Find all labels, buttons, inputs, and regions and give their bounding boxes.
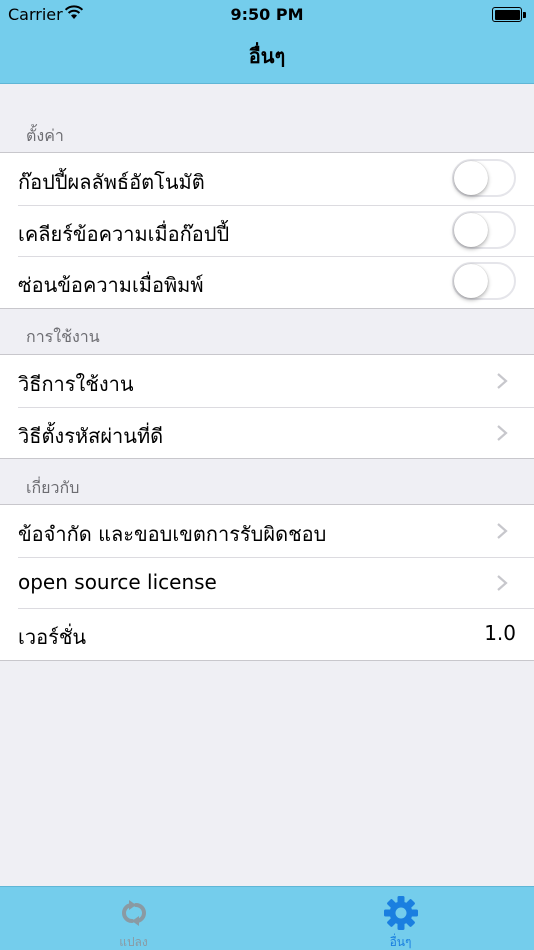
hide-text-toggle[interactable] [452,262,516,300]
usage-group: วิธีการใช้งาน วิธีตั้งรหัสผ่านที่ดี [0,354,534,459]
setting-row-clear-on-copy: เคลียร์ข้อความเมื่อก๊อปปี้ [0,204,534,257]
convert-icon [121,900,146,926]
tab-label: แปลง [119,935,148,949]
clear-on-copy-toggle[interactable] [452,210,516,249]
setting-label: เคลียร์ข้อความเมื่อก๊อปปี้ [18,221,230,246]
section-header-settings: ตั้งค่า [26,126,64,145]
setting-label: ก๊อปปี้ผลลัพธ์อัตโนมัติ [18,170,205,194]
list-item-version: เวอร์ชั่น 1.0 [0,608,534,660]
chevron-right-icon [497,424,508,441]
list-item-how-to-use[interactable]: วิธีการใช้งาน [0,355,534,407]
list-item-password-tips[interactable]: วิธีตั้งรหัสผ่านที่ดี [0,406,534,459]
list-item-label: วิธีตั้งรหัสผ่านที่ดี [18,423,164,448]
battery-icon [492,7,526,22]
tab-convert[interactable]: แปลง [0,887,267,950]
status-bar: Carrier 9:50 PM [0,0,534,30]
setting-label: ซ่อนข้อความเมื่อพิมพ์ [18,273,204,297]
list-item-label: เวอร์ชั่น [18,625,87,649]
toggle-knob [454,212,488,247]
list-item-disclaimer[interactable]: ข้อจำกัด และขอบเขตการรับผิดชอบ [0,505,534,557]
setting-row-hide-text: ซ่อนข้อความเมื่อพิมพ์ [0,256,534,308]
page-title: อื่นๆ [248,44,286,68]
list-item-label: วิธีการใช้งาน [18,372,134,396]
toggle-knob [454,161,488,195]
settings-group: ก๊อปปี้ผลลัพธ์อัตโนมัติ เคลียร์ข้อความเม… [0,152,534,309]
list-item-label: ข้อจำกัด และขอบเขตการรับผิดชอบ [18,522,327,546]
section-header-about: เกี่ยวกับ [26,478,80,497]
toggle-knob [454,264,488,298]
header-bar: Carrier 9:50 PM อื่นๆ [0,0,534,84]
chevron-right-icon [497,373,508,389]
app-screen: Carrier 9:50 PM อื่นๆ ตั้งค่า ก๊อปปี้ผลล… [0,0,534,950]
chevron-right-icon [497,574,508,591]
tab-bar: แปลง อื่นๆ [0,886,534,950]
auto-copy-toggle[interactable] [452,159,516,197]
tab-other[interactable]: อื่นๆ [267,887,534,950]
about-group: ข้อจำกัด และขอบเขตการรับผิดชอบ open sour… [0,504,534,661]
setting-row-auto-copy: ก๊อปปี้ผลลัพธ์อัตโนมัติ [0,153,534,205]
list-item-open-source-license[interactable]: open source license [0,556,534,609]
tab-label: อื่นๆ [389,935,412,949]
gear-icon [383,896,418,930]
version-value: 1.0 [484,621,516,645]
list-item-label: open source license [18,569,217,594]
section-header-usage: การใช้งาน [26,327,100,346]
status-time: 9:50 PM [230,5,304,24]
chevron-right-icon [497,523,508,539]
